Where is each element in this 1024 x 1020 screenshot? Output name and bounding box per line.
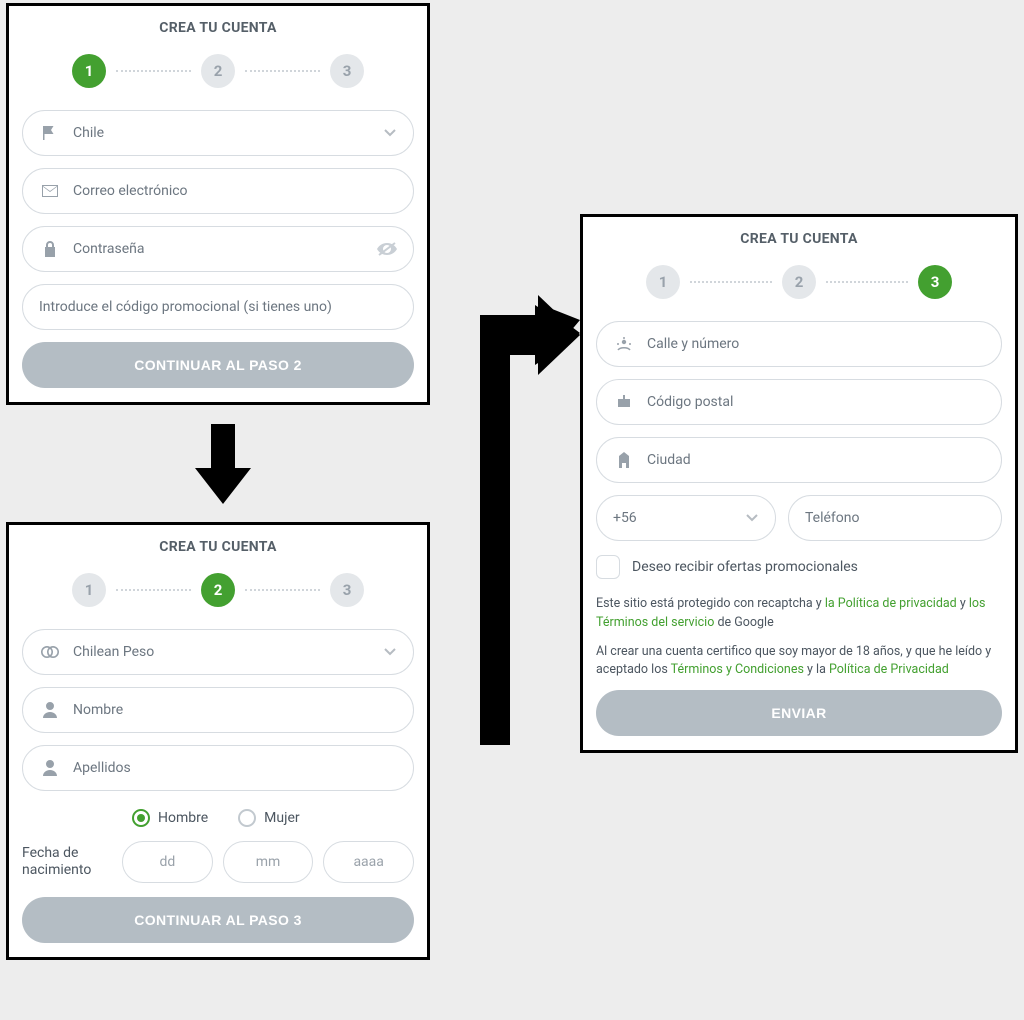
- lastname-placeholder: Apellidos: [73, 760, 397, 776]
- legal-text: de Google: [714, 615, 773, 630]
- flag-icon: [39, 126, 61, 140]
- currency-select[interactable]: Chilean Peso: [22, 629, 414, 675]
- step-3: 3: [330, 573, 364, 607]
- city-field[interactable]: Ciudad: [596, 437, 1002, 483]
- dialcode-select[interactable]: +56: [596, 495, 776, 541]
- continue-step3-button[interactable]: CONTINUAR AL PASO 3: [22, 897, 414, 943]
- gender-radio-group: Hombre Mujer: [22, 803, 414, 841]
- phone-field[interactable]: Teléfono: [788, 495, 1002, 541]
- step-divider: [116, 589, 191, 591]
- person-icon: [39, 760, 61, 776]
- submit-button[interactable]: ENVIAR: [596, 690, 1002, 736]
- coins-icon: [39, 645, 61, 659]
- radio-checked-icon: [132, 809, 150, 827]
- promo-optin-row: Deseo recibir ofertas promocionales: [596, 555, 1002, 579]
- phone-row: +56 Teléfono: [596, 495, 1002, 541]
- country-value: Chile: [73, 125, 383, 141]
- building-icon: [613, 452, 635, 468]
- legal-text: y la: [804, 662, 829, 677]
- step-1: 1: [646, 265, 680, 299]
- dob-row: Fecha de nacimiento dd mm aaaa: [22, 841, 414, 883]
- password-field[interactable]: Contraseña: [22, 226, 414, 272]
- gender-male-label: Hombre: [158, 810, 208, 826]
- stepper: 1 2 3: [22, 573, 414, 607]
- gender-male-radio[interactable]: Hombre: [132, 809, 208, 827]
- mailbox-icon: [613, 395, 635, 409]
- signup-panel-step2: CREA TU CUENTA 1 2 3 Chilean Peso Nombre…: [6, 522, 430, 960]
- radio-unchecked-icon: [238, 809, 256, 827]
- dob-year-input[interactable]: aaaa: [323, 841, 414, 883]
- recaptcha-legal: Este sitio está protegido con recaptcha …: [596, 595, 1002, 633]
- dialcode-value: +56: [613, 510, 637, 526]
- stepper: 1 2 3: [596, 265, 1002, 299]
- signup-panel-step3: CREA TU CUENTA 1 2 3 Calle y número Códi…: [580, 214, 1018, 753]
- dob-month-input[interactable]: mm: [223, 841, 314, 883]
- email-field[interactable]: Correo electrónico: [22, 168, 414, 214]
- currency-value: Chilean Peso: [73, 644, 383, 660]
- step-1: 1: [72, 573, 106, 607]
- person-icon: [39, 702, 61, 718]
- step-divider: [116, 70, 191, 72]
- city-placeholder: Ciudad: [647, 452, 985, 468]
- email-placeholder: Correo electrónico: [73, 183, 397, 199]
- promo-code-field[interactable]: Introduce el código promocional (si tien…: [22, 284, 414, 330]
- gender-female-radio[interactable]: Mujer: [238, 809, 299, 827]
- dob-day-input[interactable]: dd: [122, 841, 213, 883]
- panel-title: CREA TU CUENTA: [22, 20, 414, 36]
- step-2: 2: [201, 573, 235, 607]
- step-divider: [690, 281, 772, 283]
- step-3: 3: [918, 265, 952, 299]
- terms-and-conditions-link[interactable]: Términos y Condiciones: [671, 662, 804, 677]
- panel-title: CREA TU CUENTA: [596, 231, 1002, 247]
- panel-title: CREA TU CUENTA: [22, 539, 414, 555]
- arrow-turn-right-icon: [450, 265, 580, 745]
- step-divider: [245, 70, 320, 72]
- country-select[interactable]: Chile: [22, 110, 414, 156]
- chevron-down-icon: [383, 647, 397, 657]
- stepper: 1 2 3: [22, 54, 414, 88]
- privacy-policy-link[interactable]: la Política de privacidad: [825, 596, 957, 611]
- step-3: 3: [330, 54, 364, 88]
- signup-panel-step1: CREA TU CUENTA 1 2 3 Chile Correo electr…: [6, 3, 430, 405]
- password-placeholder: Contraseña: [73, 241, 377, 257]
- privacy-policy-link[interactable]: Política de Privacidad: [829, 662, 949, 677]
- legal-text: Este sitio está protegido con recaptcha …: [596, 596, 825, 611]
- firstname-placeholder: Nombre: [73, 702, 397, 718]
- dob-label: Fecha de nacimiento: [22, 845, 112, 879]
- step-2: 2: [201, 54, 235, 88]
- promo-optin-checkbox[interactable]: [596, 555, 620, 579]
- chevron-down-icon: [745, 513, 759, 523]
- gender-female-label: Mujer: [264, 810, 299, 826]
- zip-placeholder: Código postal: [647, 394, 985, 410]
- continue-step2-button[interactable]: CONTINUAR AL PASO 2: [22, 342, 414, 388]
- step-1: 1: [72, 54, 106, 88]
- step-2: 2: [782, 265, 816, 299]
- map-pin-icon: [613, 336, 635, 352]
- lock-icon: [39, 241, 61, 257]
- envelope-icon: [39, 185, 61, 197]
- legal-text: y: [957, 596, 969, 611]
- promo-optin-label: Deseo recibir ofertas promocionales: [632, 559, 858, 575]
- phone-placeholder: Teléfono: [805, 510, 860, 526]
- step-divider: [245, 589, 320, 591]
- firstname-field[interactable]: Nombre: [22, 687, 414, 733]
- eye-off-icon[interactable]: [377, 242, 397, 256]
- street-placeholder: Calle y número: [647, 336, 985, 352]
- age-consent-legal: Al crear una cuenta certifico que soy ma…: [596, 643, 1002, 681]
- chevron-down-icon: [383, 128, 397, 138]
- lastname-field[interactable]: Apellidos: [22, 745, 414, 791]
- step-divider: [826, 281, 908, 283]
- promo-placeholder: Introduce el código promocional (si tien…: [39, 299, 397, 315]
- street-field[interactable]: Calle y número: [596, 321, 1002, 367]
- arrow-down-icon: [195, 424, 251, 504]
- zip-field[interactable]: Código postal: [596, 379, 1002, 425]
